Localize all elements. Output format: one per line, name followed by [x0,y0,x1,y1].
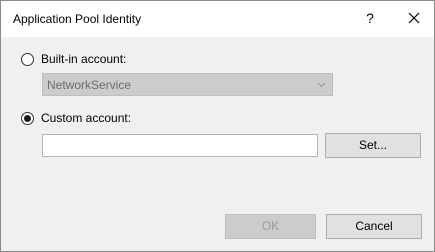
builtin-account-combobox[interactable]: NetworkService [42,73,333,96]
custom-account-label[interactable]: Custom account: [41,111,131,125]
application-pool-identity-dialog: Application Pool Identity ? Built-in acc… [0,0,435,252]
help-button[interactable]: ? [353,3,387,33]
chevron-down-icon [317,82,326,88]
builtin-account-radio[interactable] [21,53,34,66]
builtin-account-value: NetworkService [47,78,132,92]
title-bar: Application Pool Identity ? [1,1,434,37]
help-icon: ? [366,10,374,26]
custom-account-radio[interactable] [21,112,34,125]
ok-button[interactable]: OK [225,214,316,239]
close-button[interactable] [397,3,431,33]
dialog-title: Application Pool Identity [13,12,142,26]
custom-account-field[interactable] [42,134,318,157]
close-icon [408,12,420,24]
builtin-account-label[interactable]: Built-in account: [41,52,126,66]
set-button[interactable]: Set... [325,133,421,158]
cancel-button[interactable]: Cancel [326,214,422,239]
